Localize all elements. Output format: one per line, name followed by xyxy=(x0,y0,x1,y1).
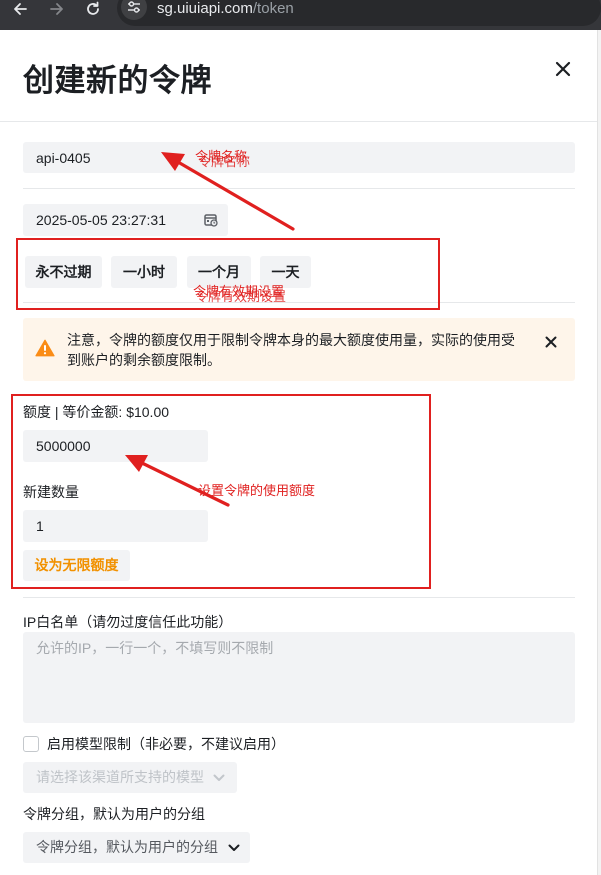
annotation-quota-setting: 设置令牌的使用额度 xyxy=(198,483,316,498)
header-divider xyxy=(0,121,597,122)
expiry-datetime-input[interactable] xyxy=(23,204,228,236)
model-select-placeholder: 请选择该渠道所支持的模型 xyxy=(36,769,204,785)
arrow-right-icon[interactable] xyxy=(49,1,65,17)
tune-icon[interactable] xyxy=(127,0,141,14)
annotation-token-name-shadow: 令牌名称 xyxy=(198,154,251,169)
warning-text-line: 到账户的剩余额度限制。 xyxy=(67,352,221,368)
token-group-placeholder: 令牌分组，默认为用户的分组 xyxy=(36,839,218,855)
calendar-icon[interactable] xyxy=(204,213,218,227)
model-select[interactable]: 请选择该渠道所支持的模型 xyxy=(23,762,237,793)
arrow-left-icon[interactable] xyxy=(12,1,28,17)
url-path: /token xyxy=(252,0,294,17)
url-text[interactable]: sg.uiuiapi.com/token xyxy=(157,0,294,18)
section-divider xyxy=(23,597,575,598)
annotation-expiry-setting-shadow: 令牌有效期设置 xyxy=(195,289,287,304)
url-host: sg.uiuiapi.com xyxy=(157,0,253,17)
reload-icon[interactable] xyxy=(85,1,101,17)
token-name-input[interactable] xyxy=(23,142,575,173)
warning-text-line: 注意，令牌的额度仅用于限制令牌本身的最大额度使用量，实际的使用受 xyxy=(67,332,515,348)
ip-whitelist-label: IP白名单（请勿过度信任此功能） xyxy=(23,614,233,630)
model-limit-label[interactable]: 启用模型限制（非必要，不建议启用） xyxy=(47,735,285,753)
model-limit-checkbox[interactable] xyxy=(23,736,39,752)
chevron-down-icon xyxy=(228,844,240,851)
close-icon[interactable] xyxy=(545,336,557,348)
warning-icon xyxy=(35,339,55,357)
token-group-select[interactable]: 令牌分组，默认为用户的分组 xyxy=(23,832,250,863)
token-group-label: 令牌分组，默认为用户的分组 xyxy=(23,806,205,822)
chevron-down-icon xyxy=(213,774,225,781)
modal-title: 创建新的令牌 xyxy=(23,63,212,98)
section-divider xyxy=(23,188,575,189)
ip-whitelist-textarea[interactable] xyxy=(23,632,575,723)
close-icon[interactable] xyxy=(554,60,572,78)
page-scrollbar[interactable] xyxy=(597,30,601,875)
